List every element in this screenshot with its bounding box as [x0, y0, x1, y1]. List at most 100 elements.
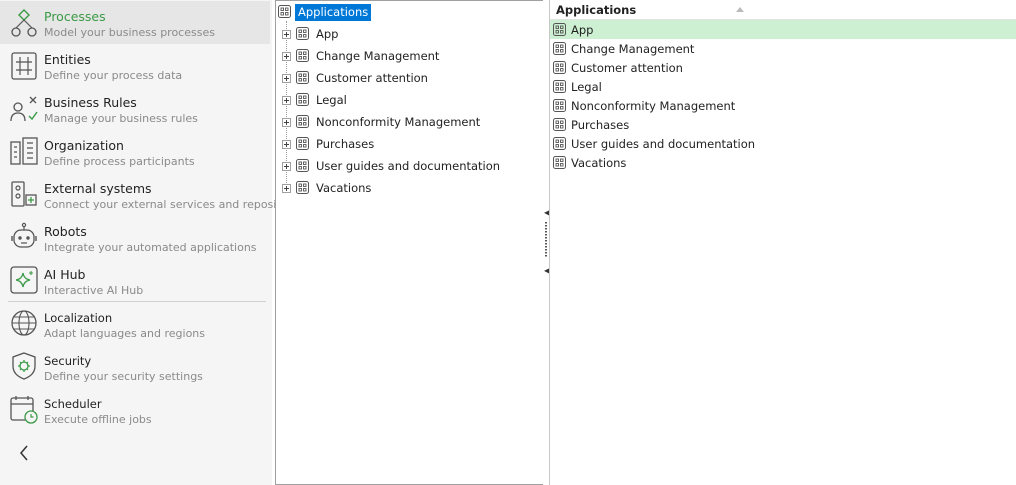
list-row[interactable]: Change Management [550, 39, 1016, 58]
nav-subtitle: Define your process data [44, 69, 183, 82]
nav-title: Processes [44, 9, 106, 24]
application-icon [553, 99, 566, 112]
tree-root-label[interactable]: Applications [295, 4, 372, 21]
list-row[interactable]: Customer attention [550, 58, 1016, 77]
list-row[interactable]: Purchases [550, 115, 1016, 134]
application-icon [553, 137, 566, 150]
application-icon [553, 118, 566, 131]
application-icon [296, 71, 309, 84]
nav-title: Organization [44, 138, 124, 153]
expand-icon[interactable] [282, 118, 291, 127]
list-row[interactable]: App [550, 20, 1016, 39]
nav-title: Robots [44, 224, 87, 239]
nav-title: External systems [44, 181, 152, 196]
nav-subtitle: Integrate your automated applications [44, 241, 257, 254]
tree-node[interactable]: Vacations [282, 180, 532, 198]
tree-node-label[interactable]: Nonconformity Management [316, 115, 480, 129]
application-icon [296, 27, 309, 40]
nav-title: Entities [44, 52, 91, 67]
application-icon [296, 181, 309, 194]
nav-subtitle: Connect your external services and repos… [44, 198, 308, 211]
robot-icon [11, 222, 37, 248]
nav-subtitle: Define process participants [44, 155, 195, 168]
business-rules-icon [10, 96, 38, 122]
column-header-label: Applications [556, 3, 637, 17]
tree-node[interactable]: Legal [282, 92, 532, 110]
tree-node[interactable]: Nonconformity Management [282, 114, 532, 132]
expand-icon[interactable] [282, 140, 291, 149]
application-icon [553, 23, 566, 36]
tree-node[interactable]: Customer attention [282, 70, 532, 88]
list-row-label: App [571, 23, 594, 37]
list-row-label: Legal [571, 80, 602, 94]
sidebar: Processes Model your business processes … [0, 0, 307, 485]
application-icon [553, 156, 566, 169]
application-icon [296, 49, 309, 62]
nav-title: Business Rules [44, 95, 137, 110]
expand-icon[interactable] [282, 162, 291, 171]
nav-item-organization[interactable]: Organization Define process participants [0, 130, 270, 173]
nav-subtitle: Interactive AI Hub [44, 284, 144, 297]
list-row-label: Purchases [571, 118, 630, 132]
list-row[interactable]: User guides and documentation [550, 134, 1016, 153]
expand-icon[interactable] [282, 96, 291, 105]
tree-node-label[interactable]: Change Management [316, 49, 439, 63]
nav-subtitle: Adapt languages and regions [44, 327, 205, 340]
scheduler-icon [10, 396, 38, 424]
external-systems-icon [11, 181, 37, 207]
nav-item-security[interactable]: Security Define your security settings [0, 345, 270, 388]
tree-node[interactable]: User guides and documentation [282, 158, 532, 176]
list-row[interactable]: Legal [550, 77, 1016, 96]
nav-item-business-rules[interactable]: Business Rules Manage your business rule… [0, 87, 270, 130]
application-icon [296, 159, 309, 172]
tree-node-label[interactable]: Vacations [316, 181, 371, 195]
tree-node[interactable]: Purchases [282, 136, 532, 154]
nav-title: Security [44, 354, 92, 368]
tree-node-label[interactable]: Customer attention [316, 71, 428, 85]
list-row-label: Change Management [571, 42, 695, 56]
tree-node-label[interactable]: App [316, 27, 338, 41]
security-icon [12, 352, 36, 380]
nav-title: Scheduler [44, 397, 102, 411]
splitter-grip[interactable] [545, 222, 547, 258]
tree-node[interactable]: App [282, 26, 532, 44]
applications-list: Applications App Change Management Custo… [549, 0, 1016, 485]
nav-title: Localization [44, 311, 113, 325]
application-icon [296, 115, 309, 128]
list-row-label: Customer attention [571, 61, 683, 75]
tree-node-label[interactable]: Purchases [316, 137, 374, 151]
nav-item-ai-hub[interactable]: AI Hub Interactive AI Hub [0, 259, 270, 302]
list-row-label: Vacations [571, 156, 627, 170]
application-icon [278, 5, 291, 18]
sort-ascending-icon [736, 7, 744, 12]
nav-item-scheduler[interactable]: Scheduler Execute offline jobs [0, 388, 270, 431]
expand-icon[interactable] [282, 52, 291, 61]
tree-node-label[interactable]: User guides and documentation [316, 159, 500, 173]
list-row[interactable]: Vacations [550, 153, 1016, 172]
application-icon [296, 137, 309, 150]
chevron-left-icon[interactable] [14, 442, 36, 464]
list-row-label: Nonconformity Management [571, 99, 736, 113]
expand-icon[interactable] [282, 74, 291, 83]
nav-subtitle: Manage your business rules [44, 112, 198, 125]
nav-item-localization[interactable]: Localization Adapt languages and regions [0, 302, 270, 345]
expand-icon[interactable] [282, 30, 291, 39]
ai-hub-icon [10, 266, 38, 294]
applications-tree[interactable]: Applications App Change Management Custo… [275, 0, 544, 485]
nav-item-processes[interactable]: Processes Model your business processes [0, 1, 270, 44]
expand-icon[interactable] [282, 184, 291, 193]
nav-subtitle: Execute offline jobs [44, 413, 152, 426]
entities-icon [11, 52, 37, 80]
application-icon [553, 61, 566, 74]
nav-item-external-systems[interactable]: External systems Connect your external s… [0, 173, 307, 216]
application-icon [296, 93, 309, 106]
tree-node-label[interactable]: Legal [316, 93, 347, 107]
column-header[interactable]: Applications [550, 0, 1016, 20]
list-row-label: User guides and documentation [571, 137, 756, 151]
nav-item-robots[interactable]: Robots Integrate your automated applicat… [0, 216, 270, 259]
list-row[interactable]: Nonconformity Management [550, 96, 1016, 115]
nav-item-entities[interactable]: Entities Define your process data [0, 44, 270, 87]
organization-icon [10, 137, 38, 165]
globe-icon [11, 310, 37, 336]
tree-node[interactable]: Change Management [282, 48, 532, 66]
